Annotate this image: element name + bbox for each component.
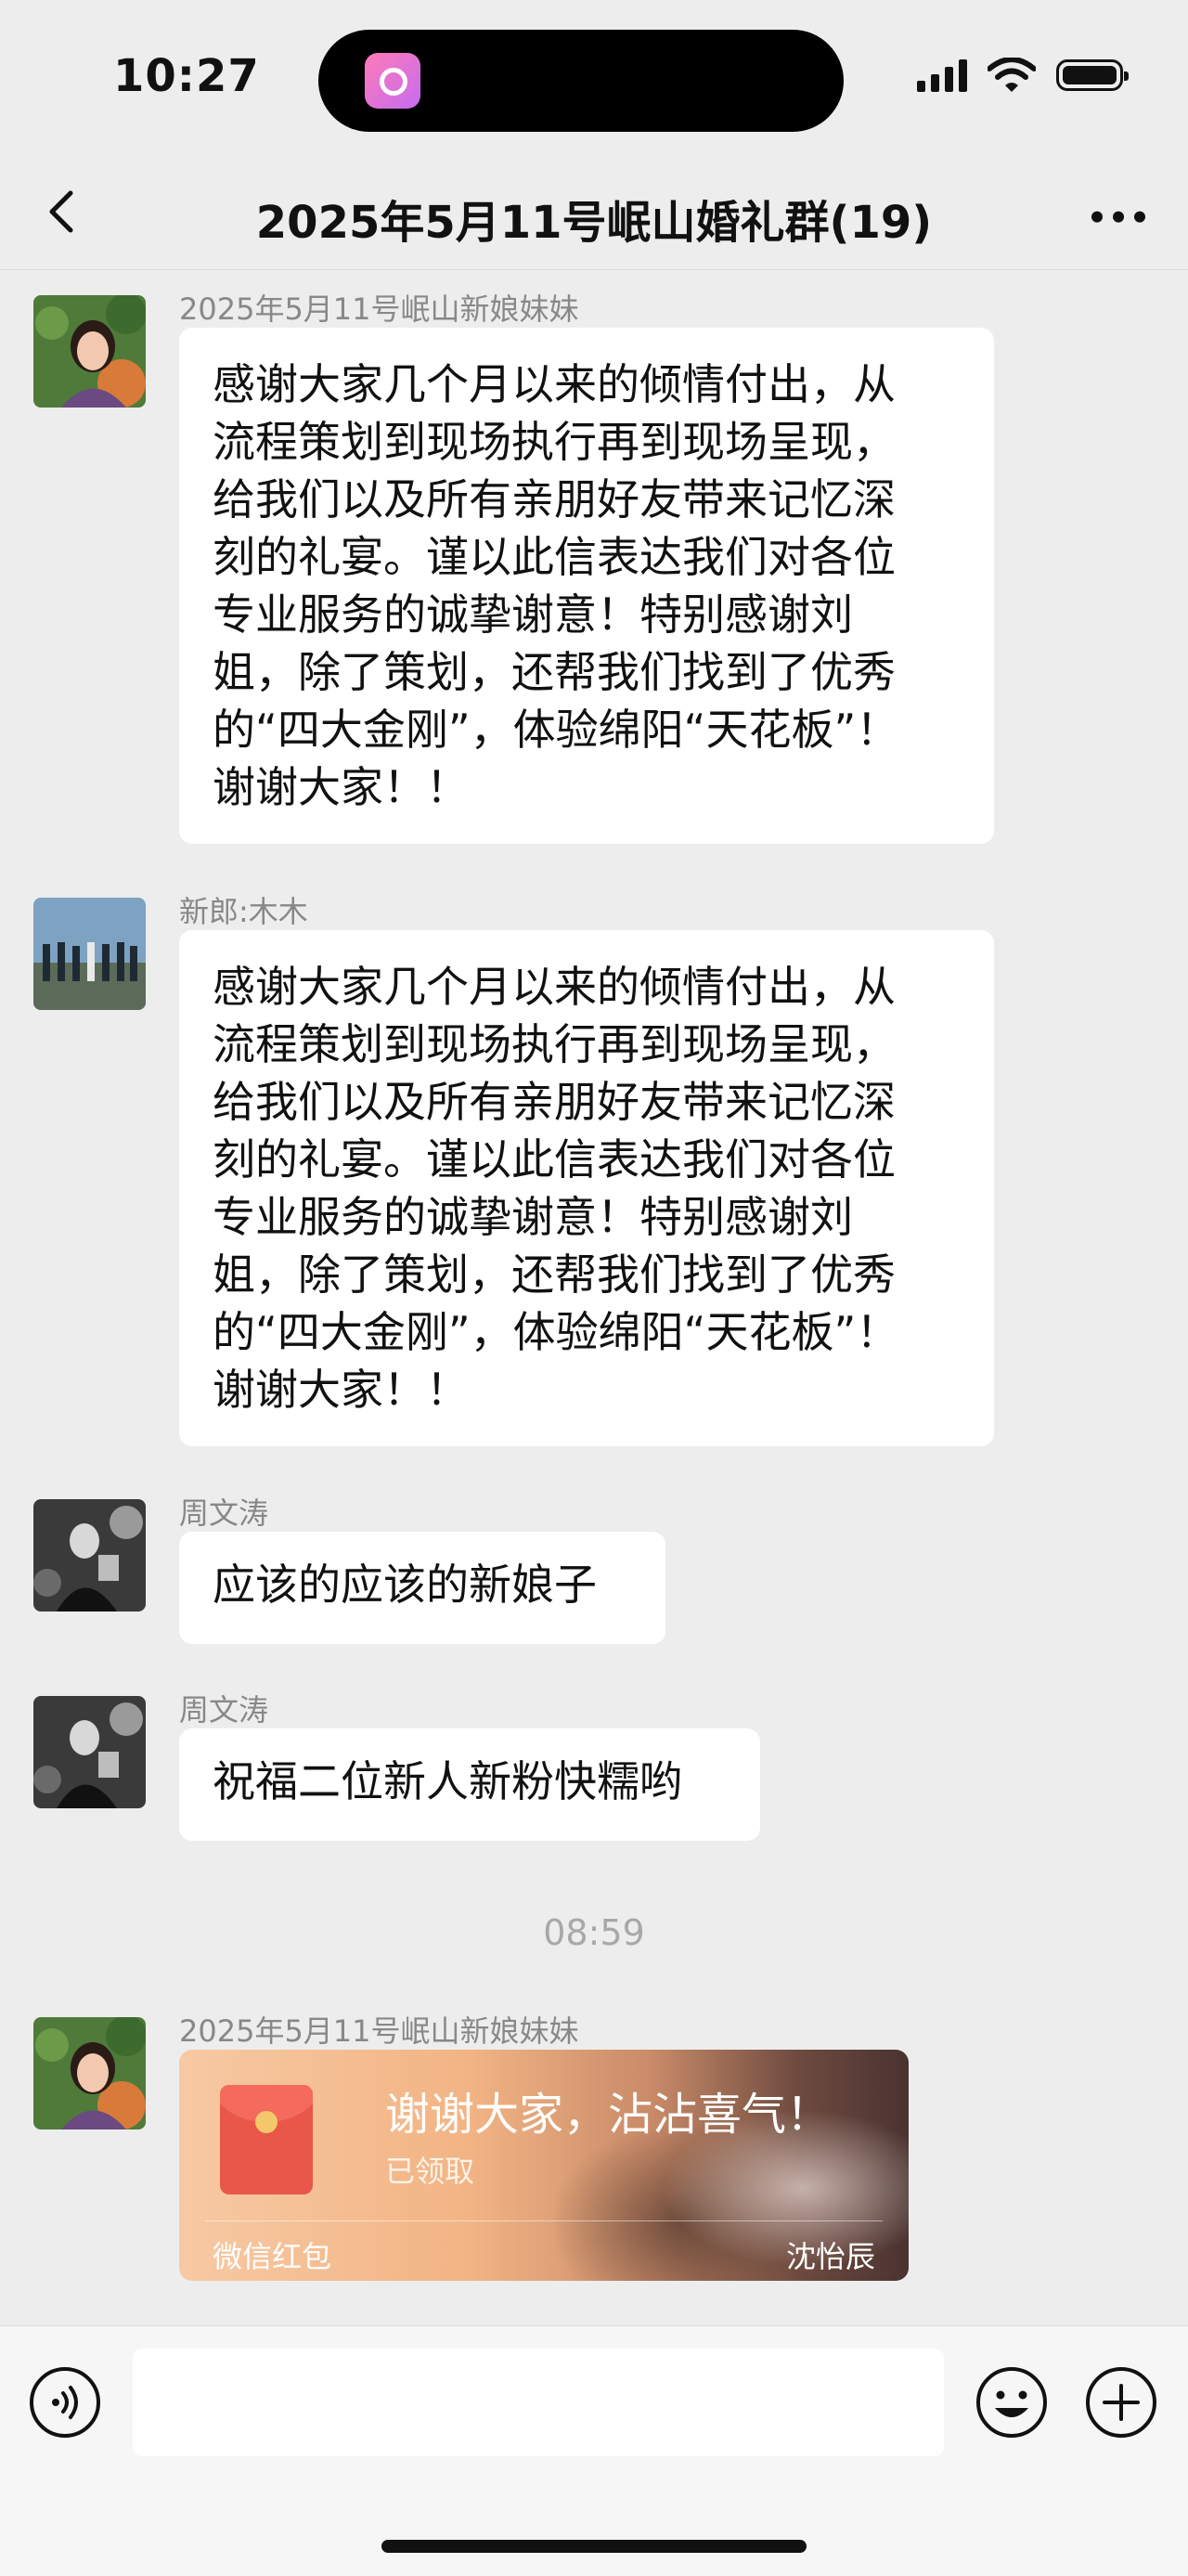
message-line: 流程策划到现场执行再到现场呈现，	[213, 1019, 896, 1069]
emoji-icon[interactable]	[975, 2365, 1049, 2440]
message-line: 的“四大金刚”，体验绵阳“天花板”！	[213, 705, 899, 755]
chat-input-bar	[0, 2325, 1188, 2576]
avatar[interactable]	[33, 1499, 146, 1612]
message-bubble[interactable]: 祝福二位新人新粉快糯哟	[179, 1728, 760, 1841]
status-bar: 10:27	[0, 0, 1188, 158]
sender-name: 周文涛	[179, 1692, 269, 1728]
red-packet-card[interactable]: 谢谢大家，沾沾喜气！ 已领取 微信红包 沈怡辰	[179, 2050, 909, 2281]
avatar[interactable]	[33, 295, 146, 408]
message-line: 感谢大家几个月以来的倾情付出，从	[213, 359, 896, 409]
plus-icon[interactable]	[1084, 2365, 1158, 2440]
voice-icon[interactable]	[28, 2365, 102, 2440]
message-bubble[interactable]: 感谢大家几个月以来的倾情付出，从 流程策划到现场执行再到现场呈现， 给我们以及所…	[179, 328, 994, 844]
message-line: 刻的礼宴。谨以此信表达我们对各位	[213, 1134, 896, 1184]
chat-title: 2025年5月11号岷山婚礼群(19)	[255, 197, 933, 249]
red-packet-label: 微信红包	[213, 2239, 332, 2274]
wifi-icon	[988, 58, 1036, 92]
message-line: 给我们以及所有亲朋好友带来记忆深	[213, 474, 896, 524]
red-packet-title: 谢谢大家，沾沾喜气！	[385, 2089, 832, 2141]
more-dots-icon[interactable]	[1086, 186, 1151, 241]
message-input[interactable]	[133, 2349, 944, 2456]
cellular-signal-icon	[917, 58, 967, 92]
red-packet-cover-name: 沈怡辰	[785, 2239, 875, 2274]
message-text: 祝福二位新人新粉快糯哟	[213, 1756, 682, 1806]
message-line: 专业服务的诚挚谢意！特别感谢刘	[213, 589, 853, 640]
chat-timestamp: 08:59	[543, 1912, 645, 1953]
dynamic-island	[318, 30, 844, 132]
divider	[205, 2220, 883, 2221]
avatar[interactable]	[33, 2017, 146, 2129]
app-activity-icon	[365, 53, 420, 109]
message-line: 流程策划到现场执行再到现场呈现，	[213, 417, 896, 467]
message-line: 给我们以及所有亲朋好友带来记忆深	[213, 1077, 896, 1127]
message-line: 姐，除了策划，还帮我们找到了优秀	[213, 1249, 896, 1300]
message-line: 的“四大金刚”，体验绵阳“天花板”！	[213, 1307, 899, 1357]
message-text: 应该的应该的新娘子	[213, 1560, 597, 1610]
avatar[interactable]	[33, 898, 146, 1010]
message-line: 刻的礼宴。谨以此信表达我们对各位	[213, 532, 896, 582]
home-indicator[interactable]	[381, 2540, 807, 2553]
message-line: 专业服务的诚挚谢意！特别感谢刘	[213, 1192, 853, 1242]
status-time: 10:27	[113, 50, 260, 102]
red-envelope-icon	[220, 2085, 313, 2194]
sender-name: 2025年5月11号岷山新娘妹妹	[179, 2013, 579, 2049]
message-line: 谢谢大家！！	[213, 1365, 469, 1415]
message-bubble[interactable]: 感谢大家几个月以来的倾情付出，从 流程策划到现场执行再到现场呈现， 给我们以及所…	[179, 930, 994, 1446]
red-packet-status: 已领取	[385, 2154, 475, 2189]
message-bubble[interactable]: 应该的应该的新娘子	[179, 1532, 665, 1644]
avatar[interactable]	[33, 1696, 146, 1808]
message-line: 谢谢大家！！	[213, 762, 469, 812]
status-icons	[917, 58, 1129, 93]
message-line: 姐，除了策划，还帮我们找到了优秀	[213, 647, 896, 697]
sender-name: 新郎:木木	[179, 894, 308, 929]
chat-header: 2025年5月11号岷山婚礼群(19)	[0, 158, 1188, 270]
sender-name: 周文涛	[179, 1495, 269, 1531]
sender-name: 2025年5月11号岷山新娘妹妹	[179, 291, 579, 327]
battery-icon	[1056, 59, 1129, 91]
message-line: 感谢大家几个月以来的倾情付出，从	[213, 962, 896, 1012]
